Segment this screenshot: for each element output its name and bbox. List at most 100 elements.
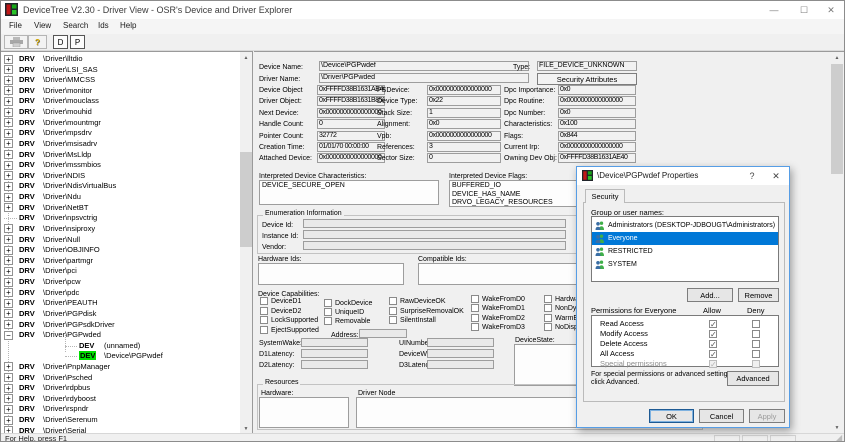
advanced-button[interactable]: Advanced <box>727 371 779 386</box>
tree-expand-toggle[interactable]: + <box>4 235 13 244</box>
tree-expand-toggle[interactable]: + <box>4 320 13 329</box>
tree-expand-toggle[interactable]: + <box>4 299 13 308</box>
tree-item-tag[interactable]: DRV <box>19 373 35 382</box>
tree-item-label[interactable]: \Driver\mountmgr <box>43 118 101 127</box>
tree-item-tag[interactable]: DRV <box>19 320 35 329</box>
tree-item-tag[interactable]: DRV <box>19 404 35 413</box>
group-user-list[interactable]: Administrators (DESKTOP-JDBOUGT\Administ… <box>591 216 779 282</box>
tree-item-tag[interactable]: DRV <box>19 181 35 190</box>
tree-item-label[interactable]: \Driver\PGPwded <box>43 330 101 339</box>
tree-item-label[interactable]: \Driver\PEAUTH <box>43 298 98 307</box>
tree-item-label[interactable]: \Driver\partmgr <box>43 256 93 265</box>
pnp-view-button[interactable]: P <box>70 35 85 49</box>
tree-expand-toggle[interactable]: − <box>4 331 13 340</box>
tree-expand-toggle[interactable]: + <box>4 193 13 202</box>
tree-item-tag[interactable]: DRV <box>19 139 35 148</box>
user-list-item[interactable]: Administrators (DESKTOP-JDBOUGT\Administ… <box>592 219 778 232</box>
tree-item-label[interactable]: \Driver\PnpManager <box>43 362 110 371</box>
tree-item-label[interactable]: \Driver\rdpbus <box>43 383 90 392</box>
capability-checkbox[interactable] <box>544 304 552 312</box>
user-list-item[interactable]: RESTRICTED <box>592 245 778 258</box>
tree-expand-toggle[interactable]: + <box>4 394 13 403</box>
tree-expand-toggle[interactable]: + <box>4 55 13 64</box>
close-button[interactable]: ✕ <box>816 1 845 19</box>
tree-item-label[interactable]: \Driver\Serial <box>43 426 86 433</box>
tree-item-label[interactable]: \Driver\OBJINFO <box>43 245 100 254</box>
tree-expand-toggle[interactable]: + <box>4 118 13 127</box>
tree-item-tag[interactable]: DRV <box>19 203 35 212</box>
tree-item-tag[interactable]: DRV <box>19 298 35 307</box>
menu-help[interactable]: Help <box>120 21 136 30</box>
tree-item-label[interactable]: \Driver\NdisVirtualBus <box>43 181 116 190</box>
tree-item-tag[interactable]: DRV <box>19 426 35 433</box>
tree-item-label[interactable]: \Driver\mpsdrv <box>43 128 92 137</box>
capability-checkbox[interactable] <box>544 295 552 303</box>
capability-checkbox[interactable] <box>389 297 397 305</box>
tree-item-tag[interactable]: DEV <box>79 351 96 360</box>
allow-checkbox[interactable]: ✓ <box>709 320 717 328</box>
scroll-up-icon[interactable]: ▲ <box>831 52 843 63</box>
tree-expand-toggle[interactable]: + <box>4 76 13 85</box>
driver-view-button[interactable]: D <box>53 35 68 49</box>
tree-item-label[interactable]: \Driver\Null <box>43 235 80 244</box>
tree-scrollbar-thumb[interactable] <box>240 152 252 247</box>
user-list-item[interactable]: Everyone <box>592 232 778 245</box>
tree-scrollbar[interactable]: ▲ ▼ <box>240 52 252 433</box>
detail-scrollbar-thumb[interactable] <box>831 64 843 174</box>
minimize-button[interactable]: — <box>759 1 789 19</box>
tree-expand-toggle[interactable]: + <box>4 405 13 414</box>
menu-search[interactable]: Search <box>63 21 88 30</box>
scroll-up-icon[interactable]: ▲ <box>240 52 252 63</box>
scroll-down-icon[interactable]: ▼ <box>831 422 843 433</box>
resize-grip[interactable]: ◢ <box>836 433 842 442</box>
tree-item-tag[interactable]: DRV <box>19 150 35 159</box>
deny-checkbox[interactable] <box>752 360 760 368</box>
tree-item-label[interactable]: \Driver\pdc <box>43 288 79 297</box>
capability-checkbox[interactable] <box>471 323 479 331</box>
tree-item-tag[interactable]: DRV <box>19 171 35 180</box>
capability-checkbox[interactable] <box>471 314 479 322</box>
tree-item-tag[interactable]: DRV <box>19 75 35 84</box>
allow-checkbox[interactable]: ✓ <box>709 350 717 358</box>
tree-item-label[interactable]: \Driver\mssmbios <box>43 160 101 169</box>
capability-checkbox[interactable] <box>324 308 332 316</box>
tree-item-label[interactable]: \Driver\MsLldp <box>43 150 91 159</box>
tree-item-tag[interactable]: DRV <box>19 383 35 392</box>
capability-checkbox[interactable] <box>260 316 268 324</box>
tree-expand-toggle[interactable]: + <box>4 246 13 255</box>
tree-item-label[interactable]: \Driver\Psched <box>43 373 92 382</box>
capability-checkbox[interactable] <box>471 304 479 312</box>
tree-item-label[interactable]: \Driver\PGPsdkDriver <box>43 320 115 329</box>
capability-checkbox[interactable] <box>324 317 332 325</box>
tree-item-tag[interactable]: DRV <box>19 415 35 424</box>
tree-item-tag[interactable]: DEV <box>79 341 94 350</box>
tree-item-tag[interactable]: DRV <box>19 277 35 286</box>
tree-item-tag[interactable]: DRV <box>19 394 35 403</box>
tree-expand-toggle[interactable]: + <box>4 139 13 148</box>
deny-checkbox[interactable] <box>752 350 760 358</box>
tree-item-label[interactable]: \Driver\lltdio <box>43 54 83 63</box>
allow-checkbox[interactable]: ✓ <box>709 360 717 368</box>
tree-expand-toggle[interactable]: + <box>4 86 13 95</box>
tree-expand-toggle[interactable]: + <box>4 203 13 212</box>
remove-button[interactable]: Remove <box>738 288 779 302</box>
capability-checkbox[interactable] <box>260 326 268 334</box>
tree-expand-toggle[interactable]: + <box>4 65 13 74</box>
tab-security[interactable]: Security <box>585 189 625 203</box>
tree-item-tag[interactable]: DRV <box>19 118 35 127</box>
capability-checkbox[interactable] <box>389 307 397 315</box>
tree-item-label[interactable]: \Driver\Serenum <box>43 415 98 424</box>
ok-button[interactable]: OK <box>649 409 694 423</box>
tree-item-label[interactable]: \Driver\pci <box>43 266 77 275</box>
dialog-close-button[interactable]: ✕ <box>769 170 783 182</box>
deny-checkbox[interactable] <box>752 330 760 338</box>
tree-item-label[interactable]: \Driver\NDIS <box>43 171 85 180</box>
tree-expand-toggle[interactable]: + <box>4 288 13 297</box>
tree-item-tag[interactable]: DRV <box>19 54 35 63</box>
allow-checkbox[interactable]: ✓ <box>709 330 717 338</box>
capability-checkbox[interactable] <box>260 307 268 315</box>
tree-item-tag[interactable]: DRV <box>19 224 35 233</box>
tree-expand-toggle[interactable]: + <box>4 161 13 170</box>
tree-item-tag[interactable]: DRV <box>19 362 35 371</box>
tree-expand-toggle[interactable]: + <box>4 426 13 433</box>
